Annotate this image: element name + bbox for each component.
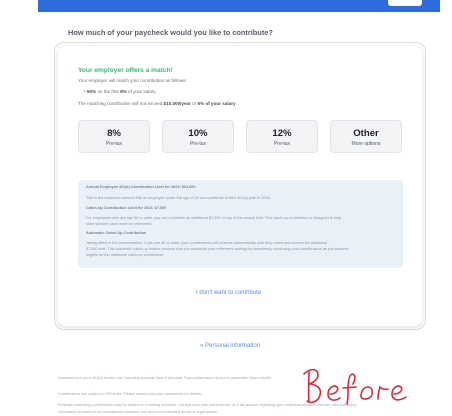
option-tax-type: Pre-tax xyxy=(273,141,291,147)
option-value: 12% xyxy=(272,128,292,139)
top-nav-button[interactable] xyxy=(388,0,422,6)
back-personal-information-link[interactable]: « Personal information xyxy=(200,343,260,349)
page: How much of your paycheck would you like… xyxy=(0,0,452,416)
info-text-catch-up-cont: older workers save more for retirement. xyxy=(86,222,153,226)
top-nav-bar xyxy=(38,0,440,12)
option-tax-type: Pre-tax xyxy=(105,141,123,147)
option-12-percent[interactable]: 12% Pre-tax xyxy=(246,120,318,153)
contribution-question: How much of your paycheck would you like… xyxy=(68,28,273,37)
employer-match-limit: The matching contribution will not excee… xyxy=(78,101,237,106)
info-heading-annual-limit: Annual Employee 401(k) Contribution Limi… xyxy=(86,185,196,189)
option-8-percent[interactable]: 8% Pre-tax xyxy=(78,120,150,153)
info-heading-catch-up: Catch-Up Contribution Limit for 2024: $7… xyxy=(86,206,167,210)
employer-match-title: Your employer offers a match! xyxy=(78,67,173,74)
info-text-automatic-end: eligible for the additional catch-up con… xyxy=(86,253,165,257)
footer-disclaimer-4: Information provided is for educational … xyxy=(58,410,218,414)
footer-disclaimer-2: Contributions are subject to IRS limits.… xyxy=(58,392,202,396)
option-more-options: More options xyxy=(351,141,381,147)
info-text-catch-up: For employees who are age 50 or older, y… xyxy=(86,216,342,220)
option-value: Other xyxy=(353,128,379,139)
info-text-annual-limit: This is the maximum amount that an emplo… xyxy=(86,196,271,200)
info-text-automatic: Taking effect in the administration, if … xyxy=(86,241,328,245)
decline-contribution-link[interactable]: I don't want to contribute xyxy=(196,290,261,296)
info-text-automatic-cont: $7,500 limit. This automatic catch-up fe… xyxy=(86,247,349,251)
option-tax-type: Pre-tax xyxy=(189,141,207,147)
option-other[interactable]: Other More options xyxy=(330,120,402,153)
option-value: 8% xyxy=(107,128,121,139)
option-10-percent[interactable]: 10% Pre-tax xyxy=(162,120,234,153)
employer-match-description: Your employer will match your contributi… xyxy=(78,78,187,83)
before-annotation xyxy=(303,368,407,405)
employer-match-rule: • 50% on the first 8% of your salary xyxy=(84,89,156,94)
option-value: 10% xyxy=(188,128,208,139)
info-heading-automatic: Automatic Catch-Up Contribution xyxy=(86,231,147,235)
